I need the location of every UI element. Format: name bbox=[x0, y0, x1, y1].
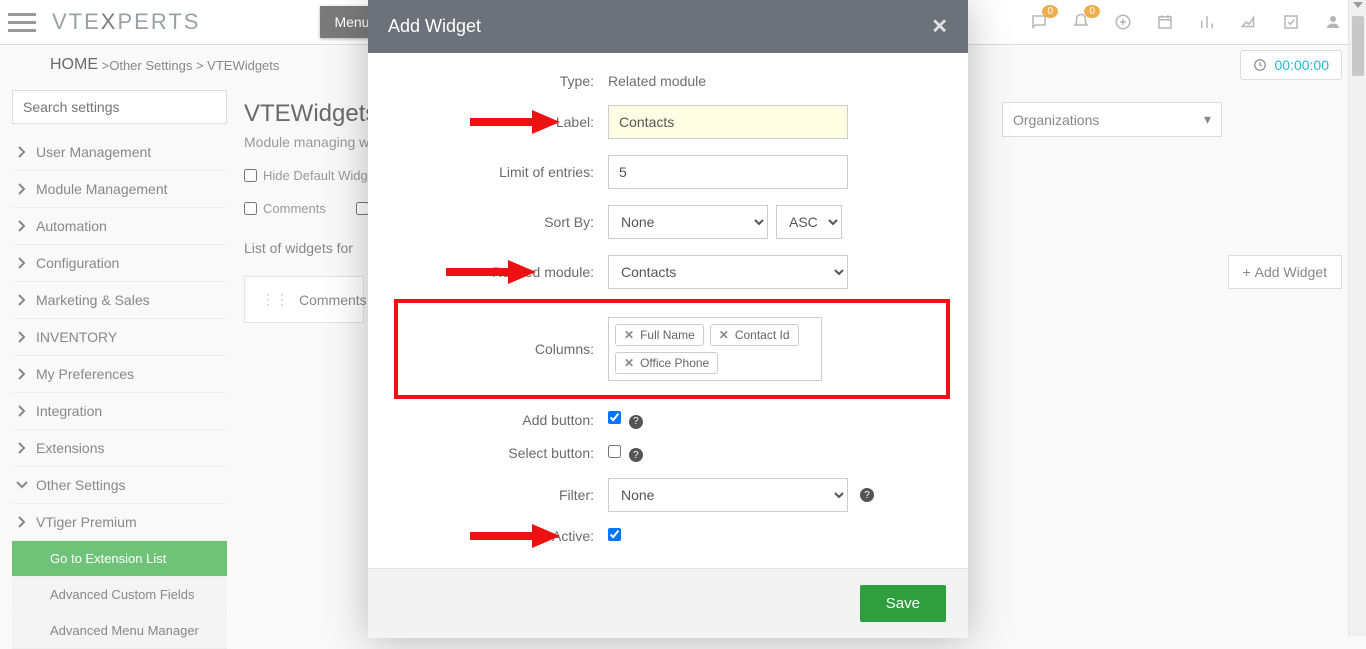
select-button-label: Select button: bbox=[398, 445, 608, 461]
remove-tag-icon[interactable]: ✕ bbox=[719, 328, 729, 342]
label-input[interactable] bbox=[608, 105, 848, 139]
modal-body: Type: Related module Label: Limit of ent… bbox=[368, 53, 968, 568]
modal-header: Add Widget ✕ bbox=[368, 0, 968, 53]
tag-label: Full Name bbox=[640, 328, 695, 342]
add-button-checkbox[interactable] bbox=[608, 411, 621, 424]
column-tag[interactable]: ✕ Office Phone bbox=[615, 352, 718, 374]
related-module-select[interactable]: Contacts bbox=[608, 255, 848, 289]
remove-tag-icon[interactable]: ✕ bbox=[624, 356, 634, 370]
tag-label: Contact Id bbox=[735, 328, 790, 342]
add-widget-modal: Add Widget ✕ Type: Related module Label:… bbox=[368, 0, 968, 638]
sort-label: Sort By: bbox=[398, 214, 608, 230]
annotation-arrow-icon bbox=[470, 524, 560, 548]
select-button-checkbox[interactable] bbox=[608, 445, 621, 458]
column-tag[interactable]: ✕ Full Name bbox=[615, 324, 704, 346]
limit-input[interactable] bbox=[608, 155, 848, 189]
sort-field-select[interactable]: None bbox=[608, 205, 768, 239]
type-label: Type: bbox=[398, 73, 608, 89]
modal-title: Add Widget bbox=[388, 16, 481, 37]
remove-tag-icon[interactable]: ✕ bbox=[624, 328, 634, 342]
filter-select[interactable]: None bbox=[608, 478, 848, 512]
help-icon[interactable]: ? bbox=[629, 448, 643, 462]
filter-label: Filter: bbox=[398, 487, 608, 503]
close-icon[interactable]: ✕ bbox=[931, 14, 948, 39]
sort-dir-select[interactable]: ASC bbox=[776, 205, 842, 239]
columns-highlight-box: Columns: ✕ Full Name ✕ Contact Id ✕ Office Ph… bbox=[394, 299, 950, 399]
column-tag[interactable]: ✕ Contact Id bbox=[710, 324, 799, 346]
limit-label: Limit of entries: bbox=[398, 164, 608, 180]
tag-label: Office Phone bbox=[640, 356, 709, 370]
add-button-label: Add button: bbox=[398, 412, 608, 428]
active-checkbox[interactable] bbox=[608, 528, 621, 541]
modal-footer: Save bbox=[368, 568, 968, 638]
modal-backdrop: Add Widget ✕ Type: Related module Label:… bbox=[0, 0, 1366, 636]
scrollbar[interactable] bbox=[1348, 0, 1366, 636]
columns-label: Columns: bbox=[408, 341, 608, 357]
annotation-arrow-icon bbox=[470, 110, 560, 134]
type-value: Related module bbox=[608, 73, 938, 89]
help-icon[interactable]: ? bbox=[629, 415, 643, 429]
save-button[interactable]: Save bbox=[860, 585, 946, 622]
columns-tag-input[interactable]: ✕ Full Name ✕ Contact Id ✕ Office Phone bbox=[608, 317, 822, 381]
help-icon[interactable]: ? bbox=[860, 488, 874, 502]
annotation-arrow-icon bbox=[446, 260, 536, 284]
